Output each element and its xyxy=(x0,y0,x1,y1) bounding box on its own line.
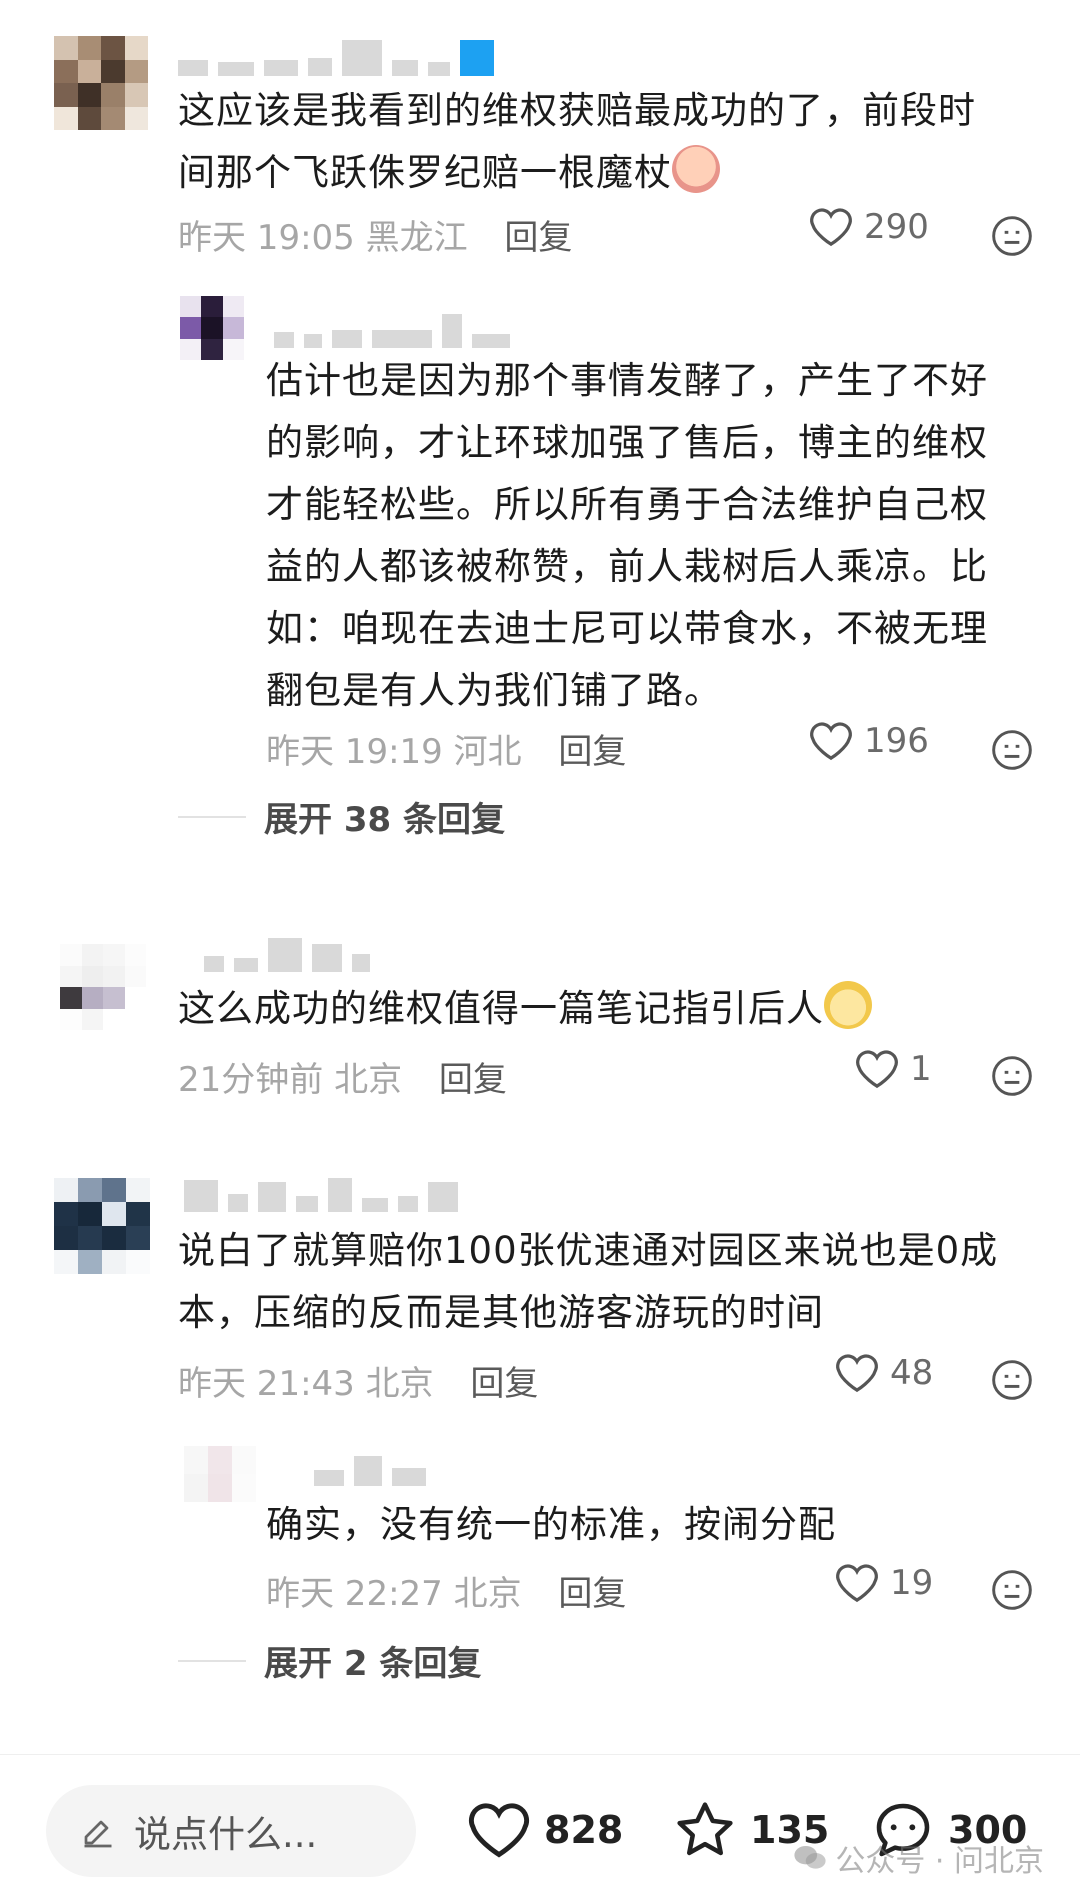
like-button[interactable]: 48 xyxy=(834,1352,933,1394)
meh-face-icon[interactable] xyxy=(990,1054,1034,1098)
comment-meta: 昨天 21:43 北京 回复 xyxy=(178,1364,539,1404)
like-button[interactable]: 290 xyxy=(808,206,929,248)
expand-replies-button[interactable]: 展开 38 条回复 xyxy=(178,792,505,841)
username-blurred[interactable] xyxy=(178,36,494,76)
meh-face-icon[interactable] xyxy=(990,1568,1034,1612)
like-post-button[interactable]: 828 xyxy=(466,1785,623,1875)
heart-icon xyxy=(836,1564,878,1603)
reply-username-blurred[interactable] xyxy=(314,1446,426,1486)
pencil-icon xyxy=(84,1820,112,1848)
avatar[interactable] xyxy=(54,1178,150,1274)
reply-avatar[interactable] xyxy=(184,1446,256,1502)
reply-button[interactable]: 回复 xyxy=(439,1060,507,1100)
reply-button[interactable]: 回复 xyxy=(470,1364,538,1404)
expand-replies-button[interactable]: 展开 2 条回复 xyxy=(178,1636,481,1685)
divider xyxy=(178,815,246,818)
reply-meta: 昨天 19:19 河北 回复 xyxy=(266,732,627,772)
meh-face-icon[interactable] xyxy=(990,1358,1034,1402)
reply-text: 确实，没有统一的标准，按闹分配 xyxy=(266,1503,836,1546)
reply-meta: 昨天 22:27 北京 回复 xyxy=(266,1574,627,1614)
pear-face-emoji-icon xyxy=(824,981,872,1029)
reply-username-blurred[interactable] xyxy=(274,308,510,348)
comment-text: 这么成功的维权值得一篇笔记指引后人 xyxy=(178,978,872,1040)
heart-icon xyxy=(810,208,852,247)
crying-face-emoji-icon xyxy=(672,145,720,193)
avatar[interactable] xyxy=(54,36,148,130)
heart-icon xyxy=(810,722,852,761)
comment-meta: 昨天 19:05 黑龙江 回复 xyxy=(178,218,573,258)
comment-meta: 21分钟前 北京 回复 xyxy=(178,1060,507,1100)
heart-icon xyxy=(836,1354,878,1393)
username-blurred[interactable] xyxy=(184,1172,458,1212)
avatar[interactable] xyxy=(60,944,146,1030)
reply-button[interactable]: 回复 xyxy=(558,1574,626,1614)
comment-input[interactable]: 说点什么... xyxy=(46,1785,416,1877)
comment-text: 这应该是我看到的维权获赔最成功的了，前段时 间那个飞跃侏罗纪赔一根魔杖 xyxy=(178,89,976,194)
like-button[interactable]: 196 xyxy=(808,720,929,762)
meh-face-icon[interactable] xyxy=(990,214,1034,258)
meh-face-icon[interactable] xyxy=(990,728,1034,772)
watermark: 公众号 · 问北京 xyxy=(793,1836,1044,1880)
username-blurred[interactable] xyxy=(204,932,370,972)
reply-button[interactable]: 回复 xyxy=(504,218,572,258)
reply-text: 估计也是因为那个事情发酵了，产生了不好 的影响，才让环球加强了售后，博主的维权 … xyxy=(266,359,988,712)
comment-text: 说白了就算赔你100张优速通对园区来说也是0成 本，压缩的反而是其他游客游玩的时… xyxy=(178,1229,999,1334)
like-button[interactable]: 1 xyxy=(854,1048,932,1090)
reply-button[interactable]: 回复 xyxy=(558,732,626,772)
wechat-icon xyxy=(794,1845,826,1869)
star-icon xyxy=(677,1802,733,1856)
like-button[interactable]: 19 xyxy=(834,1562,933,1604)
divider xyxy=(178,1659,246,1662)
heart-icon xyxy=(856,1050,898,1089)
reply-avatar[interactable] xyxy=(180,296,244,360)
heart-icon xyxy=(468,1803,530,1858)
